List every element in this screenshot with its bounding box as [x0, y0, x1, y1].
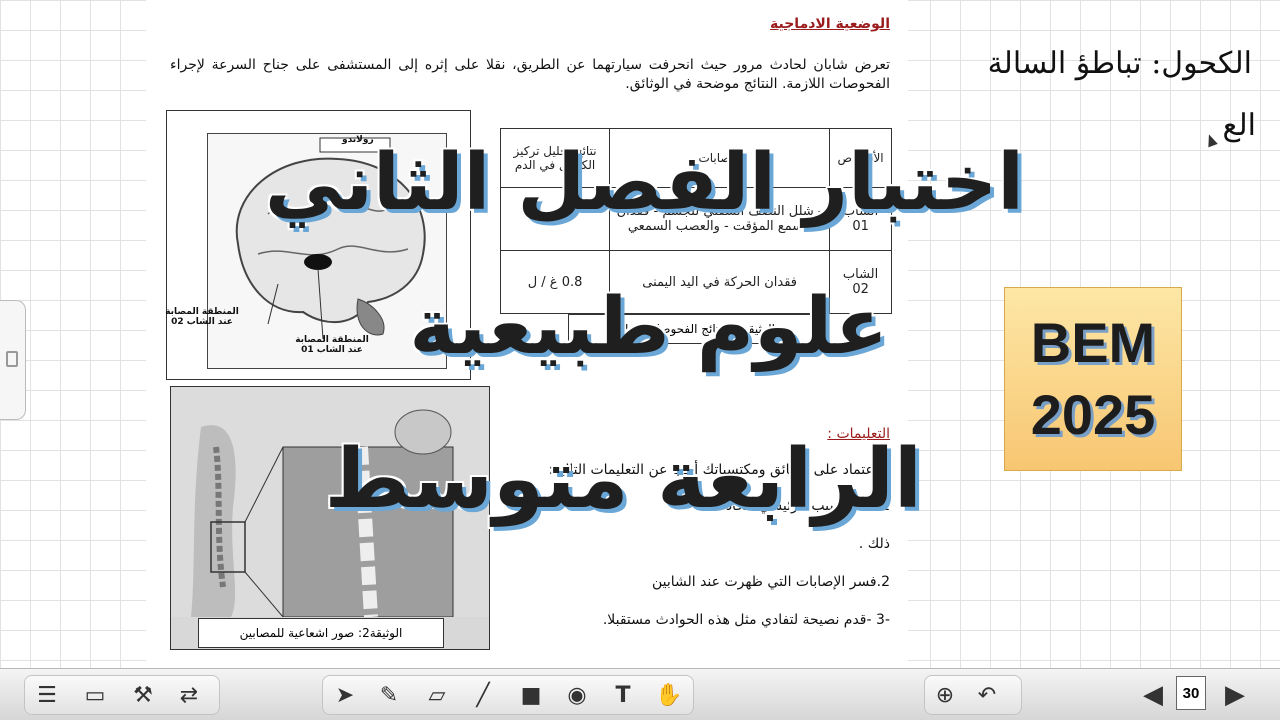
brain-label-region-02: المنطقة المصابة عند الشاب 02 — [165, 307, 239, 327]
handwriting-line-1: الكحول: تباطؤ السالة — [987, 46, 1252, 81]
next-page-icon[interactable]: ▶ — [1218, 677, 1252, 713]
question-2: 2.فسر الإصابات التي ظهرت عند الشابين — [651, 574, 890, 590]
bem-badge: BEM 2025 — [1004, 287, 1182, 471]
select-arrow-icon[interactable]: ➤ — [328, 677, 362, 713]
brain-label-region-01: المنطقة المصابة عند الشاب 01 — [295, 335, 369, 355]
bem-label: BEM — [1030, 311, 1156, 374]
target-icon[interactable]: ⊕ — [928, 677, 962, 713]
overlay-title-line-3: الرابعة متوسط — [324, 432, 922, 527]
xray-caption: الوثيقة2: صور اشعاعية للمصابين — [198, 618, 444, 648]
previous-page-icon[interactable]: ◀ — [1136, 677, 1170, 713]
question-3: -3 -قدم نصيحة لتفادي مثل هذه الحوادث مست… — [602, 612, 890, 628]
question-1-cont: ذلك . — [858, 536, 890, 552]
eraser-icon[interactable]: ▱ — [420, 677, 454, 713]
hand-tool-icon[interactable]: ✋ — [652, 677, 686, 713]
page-number[interactable]: 30 — [1176, 676, 1206, 710]
text-tool-icon[interactable]: T — [606, 677, 640, 713]
side-panel-handle[interactable] — [0, 300, 26, 420]
drag-handle-icon — [6, 351, 18, 367]
fill-tool-icon[interactable]: ◉ — [560, 677, 594, 713]
menu-icon[interactable]: ☰ — [30, 677, 64, 713]
intro-paragraph: تعرض شابان لحادث مرور حيث انحرفت سيارتهم… — [170, 57, 890, 92]
pencil-icon[interactable]: ✎ — [372, 677, 406, 713]
bem-year: 2025 — [1030, 383, 1156, 446]
bottom-toolbar: ☰ ▭ ⚒ ⇄ ➤ ✎ ▱ ╱ ■ ◉ T ✋ ⊕ ↶ ◀ ▶ — [0, 668, 1280, 720]
tools-icon[interactable]: ⚒ — [126, 677, 160, 713]
line-tool-icon[interactable]: ╱ — [466, 677, 500, 713]
undo-icon[interactable]: ↶ — [970, 677, 1004, 713]
overlay-title-line-1: اختبار الفصل الثاني — [264, 138, 1024, 228]
overlay-title-line-2: علوم طبيعية — [409, 282, 888, 372]
screen-capture-icon[interactable]: ⇄ — [172, 677, 206, 713]
display-icon[interactable]: ▭ — [78, 677, 112, 713]
shape-tool-icon[interactable]: ■ — [514, 677, 548, 713]
section-title: الوضعية الادماجية — [770, 16, 890, 32]
